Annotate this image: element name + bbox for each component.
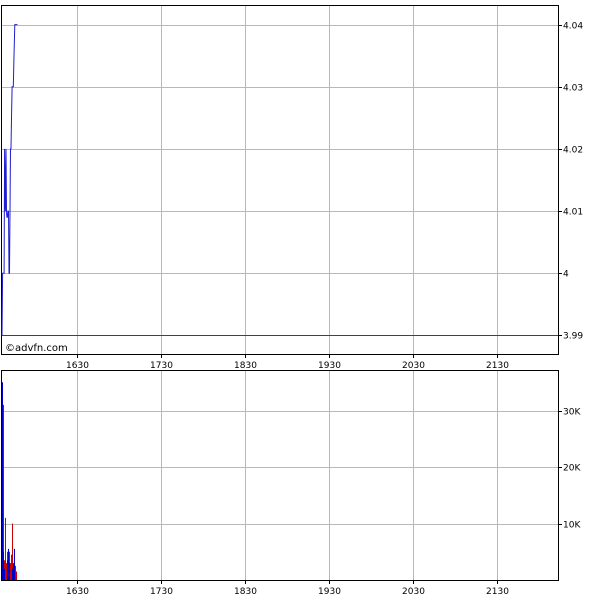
price-x-tick-label: 2030	[402, 361, 425, 371]
volume-x-tick-label: 1630	[66, 587, 89, 597]
price-y-tick-label: 4.01	[563, 208, 583, 218]
price-x-tick-label: 1630	[66, 361, 89, 371]
volume-x-tick-labels: 1630 1730 1830 1930 2030 2130	[66, 580, 509, 597]
price-x-tick-label: 1830	[234, 361, 257, 371]
volume-x-tick-label: 2030	[402, 587, 425, 597]
price-chart-panel: 4.04 4.03 4.02 4.01 4 3.99 1630 1730 1830 1930 20…	[1, 5, 583, 371]
volume-x-tick-label: 1930	[318, 587, 341, 597]
price-y-tick-label: 3.99	[563, 332, 583, 342]
chart-root: 4.04 4.03 4.02 4.01 4 3.99 1630 1730 1830 1930 20…	[1, 5, 583, 597]
volume-chart-panel: 30K 20K 10K 1630 1730 1830 1930 2030 2130	[1, 370, 581, 597]
volume-x-tick-label: 1730	[150, 587, 173, 597]
watermark: ©advfn.com	[5, 343, 68, 354]
volume-y-tick-label: 10K	[563, 521, 581, 531]
volume-x-tick-label: 1830	[234, 587, 257, 597]
price-y-tick-labels: 4.04 4.03 4.02 4.01 4 3.99	[558, 22, 583, 342]
price-y-tick-label: 4.02	[563, 146, 583, 156]
price-plot-frame	[1, 5, 559, 355]
price-x-tick-labels: 1630 1730 1830 1930 2030 2130	[66, 354, 509, 371]
volume-plot-frame	[1, 370, 559, 581]
price-y-tick-label: 4.04	[563, 22, 583, 32]
volume-x-tick-label: 2130	[486, 587, 509, 597]
price-y-tick-label: 4.03	[563, 84, 583, 94]
volume-y-tick-label: 30K	[563, 408, 581, 418]
volume-y-tick-label: 20K	[563, 464, 581, 474]
price-x-tick-label: 1730	[150, 361, 173, 371]
volume-y-tick-labels: 30K 20K 10K	[558, 408, 581, 531]
price-x-tick-label: 1930	[318, 361, 341, 371]
price-x-tick-label: 2130	[486, 361, 509, 371]
price-y-tick-label: 4	[563, 270, 569, 280]
